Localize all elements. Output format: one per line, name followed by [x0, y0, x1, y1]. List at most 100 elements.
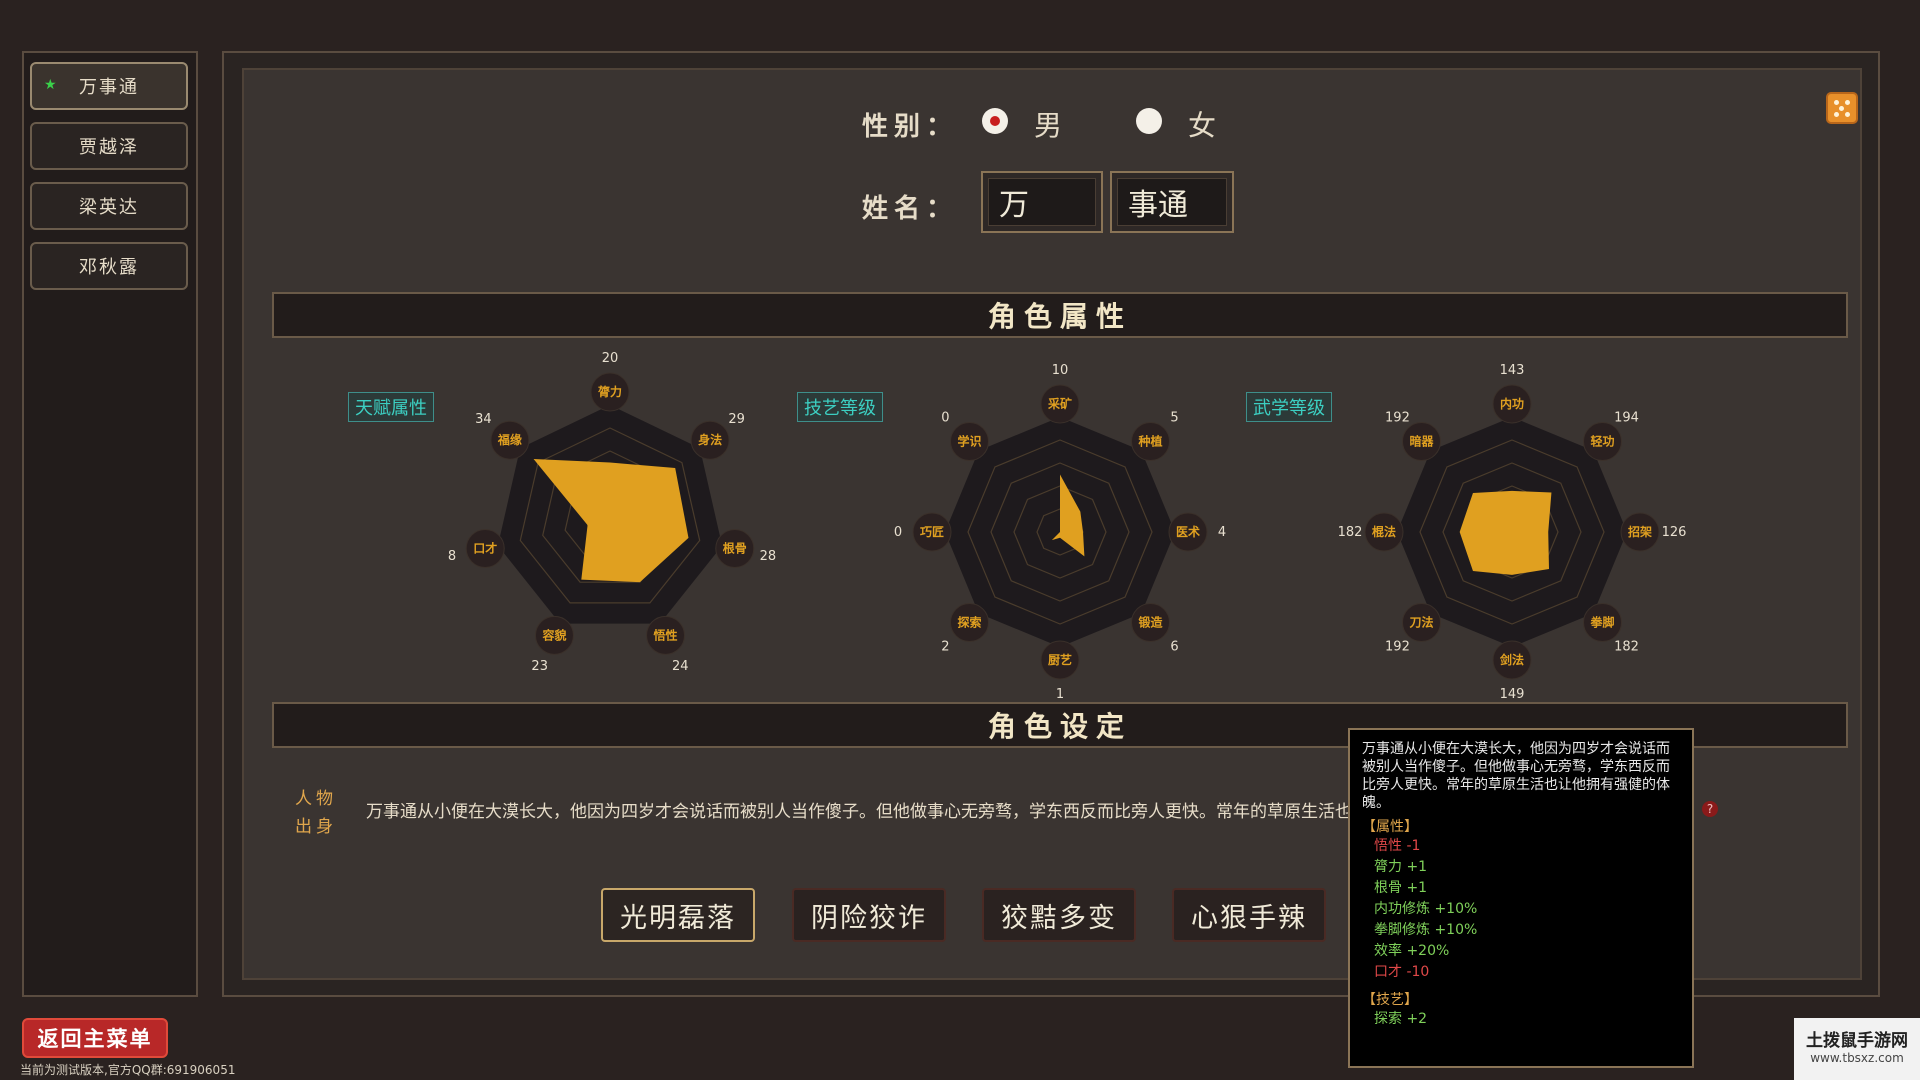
radar-axis-label: 棍法: [1372, 524, 1396, 539]
radar-axis-label: 剑法: [1499, 652, 1524, 667]
tooltip-attr-row: 膂力 +1: [1374, 859, 1428, 875]
sidebar-item-2[interactable]: 贾越泽: [30, 122, 188, 170]
radar-axis-label: 锻造: [1139, 615, 1164, 630]
radar-value-label: 2: [941, 640, 949, 655]
sidebar-item-label: 邓秋露: [79, 257, 139, 278]
radar-value-label: 23: [531, 659, 548, 674]
gender-radio-female[interactable]: [1136, 108, 1162, 134]
radar-value-label: 126: [1662, 525, 1687, 540]
radar-axis-label: 内功: [1500, 396, 1524, 411]
radar-value-label: 192: [1385, 410, 1410, 425]
surname-input[interactable]: [988, 178, 1096, 226]
radar-axis-label: 招架: [1628, 524, 1652, 539]
tooltip-description: 万事通从小便在大漠长大，他因为四岁才会说话而被别人当作傻子。但他做事心无旁骛，学…: [1362, 741, 1670, 811]
radar-axis-label: 暗器: [1409, 433, 1434, 448]
tooltip-attr-row: 效率 +20%: [1374, 943, 1450, 959]
radar-value-label: 182: [1338, 525, 1363, 540]
radar-axis-label: 学识: [957, 433, 981, 448]
talent-radar-chart: 膂力 20 身法 29 根骨 28 悟性 24 容貌 23 口才 8 福缘 34: [448, 351, 777, 674]
radar-value-label: 143: [1500, 363, 1525, 378]
radar-value-label: 5: [1170, 410, 1178, 425]
radar-value-label: 192: [1385, 640, 1410, 655]
tooltip-skill-row: 探索 +2: [1374, 1011, 1428, 1027]
trait-button-3[interactable]: 狡黠多变: [982, 888, 1136, 942]
watermark-url: www.tbsxz.com: [1810, 1051, 1904, 1065]
tooltip-attr-row: 悟性 -1: [1374, 838, 1421, 854]
tooltip-skill-header: 【技艺】: [1362, 992, 1418, 1008]
gender-female-label: 女: [1188, 109, 1217, 142]
gender-radio-male[interactable]: [982, 108, 1008, 134]
radar-value-label: 149: [1500, 687, 1525, 702]
radar-value-label: 34: [475, 412, 492, 427]
radar-value-label: 20: [602, 351, 619, 366]
bio-label-line1: 人物: [295, 789, 337, 809]
radar-value-label: 182: [1614, 640, 1639, 655]
radar-axis-label: 悟性: [654, 627, 678, 642]
radar-value-label: 0: [894, 525, 902, 540]
star-icon: ★: [44, 77, 59, 93]
trait-button-1[interactable]: 光明磊落: [601, 888, 755, 942]
bio-text: 万事通从小便在大漠长大，他因为四岁才会说话而被别人当作傻子。但他做事心无旁骛，学…: [366, 802, 1356, 822]
tooltip-attr-row: 拳脚修炼 +10%: [1374, 922, 1478, 938]
tooltip-attr-row: 内功修炼 +10%: [1374, 901, 1478, 917]
tooltip-attr-header: 【属性】: [1362, 819, 1418, 835]
radar-value-label: 8: [448, 549, 456, 564]
radar-value-label: 4: [1218, 525, 1226, 540]
radar-value-label: 6: [1170, 640, 1178, 655]
sidebar-item-label: 梁英达: [79, 197, 139, 218]
martial-radar-title: 武学等级: [1246, 392, 1332, 422]
sidebar-item-1[interactable]: ★ 万事通: [30, 62, 188, 110]
given-name-field-frame: [1110, 171, 1234, 233]
help-icon[interactable]: ?: [1702, 801, 1718, 817]
radar-axis-label: 口才: [473, 540, 497, 555]
trait-tooltip: 万事通从小便在大漠长大，他因为四岁才会说话而被别人当作傻子。但他做事心无旁骛，学…: [1348, 728, 1694, 1068]
sidebar-item-4[interactable]: 邓秋露: [30, 242, 188, 290]
martial-radar-chart: 内功 143 轻功 194 招架 126 拳脚 182 剑法 149 刀法 192 棍法 182 暗器 192: [1338, 363, 1687, 702]
radar-axis-label: 轻功: [1591, 433, 1615, 448]
radar-axis-label: 巧匠: [920, 525, 944, 539]
watermark-title: 土拨鼠手游网: [1806, 1031, 1908, 1051]
radar-axis-label: 身法: [698, 432, 722, 447]
gender-label: 性别：: [862, 112, 959, 142]
radar-axis-label: 采矿: [1047, 396, 1072, 411]
watermark-logo: 土拨鼠手游网 www.tbsxz.com: [1794, 1018, 1920, 1080]
gender-male-label: 男: [1034, 109, 1063, 142]
attributes-section-title: 角色属性: [272, 292, 1848, 338]
sidebar-item-label: 万事通: [79, 77, 139, 98]
radar-value-label: 28: [760, 549, 777, 564]
back-to-main-menu-button[interactable]: 返回主菜单: [22, 1018, 168, 1058]
version-note: 当前为测试版本,官方QQ群:691906051: [20, 1063, 236, 1077]
tooltip-attr-row: 根骨 +1: [1374, 880, 1428, 896]
trait-button-2[interactable]: 阴险狡诈: [792, 888, 946, 942]
radar-axis-label: 探索: [957, 615, 981, 630]
radar-axis-label: 膂力: [597, 384, 622, 399]
tooltip-attr-row: 口才 -10: [1374, 964, 1430, 980]
given-name-input[interactable]: [1117, 178, 1227, 226]
radar-axis-label: 刀法: [1409, 615, 1433, 630]
radar-value-label: 10: [1052, 363, 1069, 378]
radar-axis-label: 拳脚: [1590, 615, 1615, 630]
sidebar-item-3[interactable]: 梁英达: [30, 182, 188, 230]
radar-value-label: 1: [1056, 687, 1064, 702]
surname-field-frame: [981, 171, 1103, 233]
craft-radar-chart: 采矿 10 种植 5 医术 4 锻造 6 厨艺 1 探索 2 巧匠 0 学识 0: [894, 363, 1226, 702]
radar-axis-label: 厨艺: [1048, 652, 1072, 667]
radar-value-label: 0: [941, 410, 949, 425]
radar-axis-label: 医术: [1176, 524, 1200, 539]
radar-axis-label: 容貌: [541, 627, 566, 642]
bio-label: 人物 出身: [288, 785, 344, 841]
trait-button-4[interactable]: 心狠手辣: [1172, 888, 1326, 942]
radar-value-label: 24: [672, 659, 689, 674]
sidebar-item-label: 贾越泽: [79, 137, 139, 158]
craft-radar-title: 技艺等级: [797, 392, 883, 422]
radar-axis-label: 福缘: [497, 432, 522, 447]
radar-axis-label: 种植: [1138, 433, 1163, 448]
name-label: 姓名：: [862, 194, 959, 224]
bio-label-line2: 出身: [295, 817, 337, 837]
dice-icon[interactable]: [1826, 92, 1858, 124]
radar-axis-label: 根骨: [723, 540, 747, 555]
radar-value-label: 194: [1614, 410, 1639, 425]
talent-radar-title: 天赋属性: [348, 392, 434, 422]
radar-data-area: [1459, 490, 1552, 575]
radar-value-label: 29: [728, 412, 745, 427]
